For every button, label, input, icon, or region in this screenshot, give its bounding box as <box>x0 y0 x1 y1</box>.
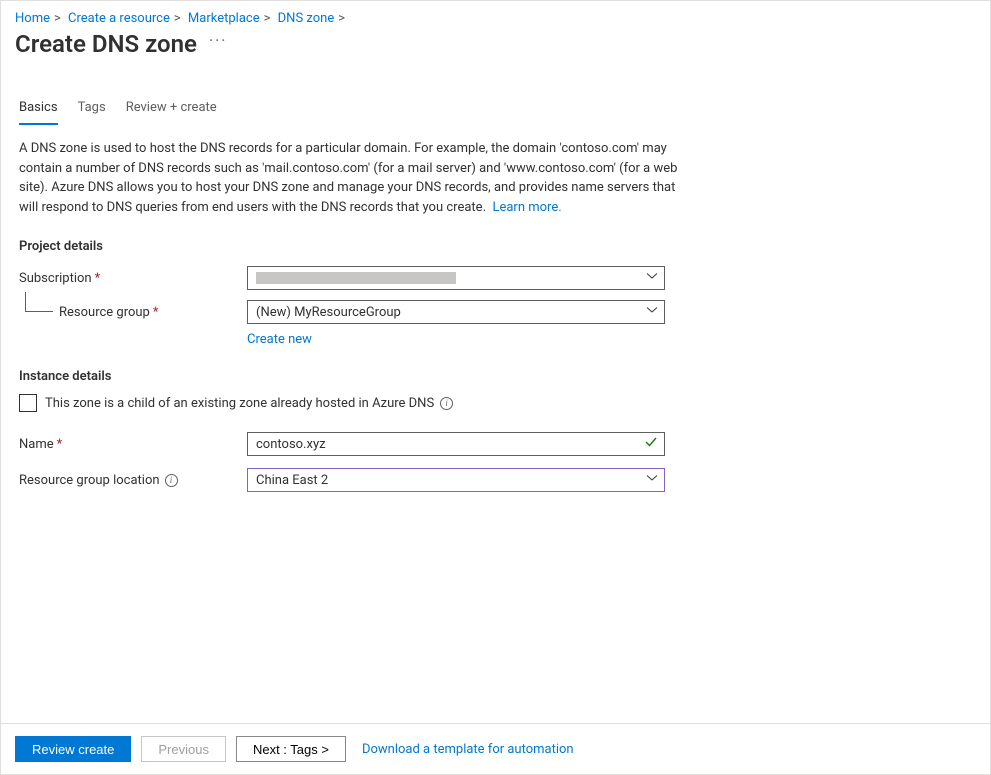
chevron-right-icon: > <box>174 11 181 26</box>
learn-more-link[interactable]: Learn more. <box>492 200 561 215</box>
location-label: Resource group location i <box>19 473 247 488</box>
breadcrumb: Home > Create a resource > Marketplace > DN… <box>1 1 990 30</box>
resource-group-label: Resource group* <box>53 302 247 322</box>
page-title: Create DNS zone <box>15 30 197 58</box>
resource-group-value: (New) MyResourceGroup <box>256 305 401 320</box>
description: A DNS zone is used to host the DNS recor… <box>19 139 689 217</box>
required-indicator: * <box>95 271 101 286</box>
chevron-down-icon <box>646 304 658 320</box>
location-select[interactable]: China East 2 <box>247 468 665 492</box>
breadcrumb-item[interactable]: Marketplace <box>188 11 260 26</box>
download-template-link[interactable]: Download a template for automation <box>362 742 574 757</box>
more-icon[interactable]: ··· <box>209 33 228 55</box>
subscription-label: Subscription* <box>19 271 247 286</box>
name-input[interactable]: contoso.xyz <box>247 432 665 456</box>
required-indicator: * <box>57 437 63 452</box>
hierarchy-line-icon <box>25 292 53 312</box>
create-new-link[interactable]: Create new <box>247 332 312 347</box>
redacted-value <box>256 272 456 284</box>
footer: Review create Previous Next : Tags > Dow… <box>1 723 990 774</box>
checkmark-icon <box>644 435 658 453</box>
info-icon[interactable]: i <box>165 474 178 487</box>
breadcrumb-item[interactable]: Home <box>15 11 50 26</box>
chevron-right-icon: > <box>338 11 345 26</box>
tab-basics[interactable]: Basics <box>19 96 58 125</box>
section-instance-details: Instance details <box>19 369 972 384</box>
next-button[interactable]: Next : Tags > <box>236 736 346 762</box>
tab-tags[interactable]: Tags <box>78 96 106 125</box>
required-indicator: * <box>153 305 159 320</box>
child-zone-checkbox[interactable] <box>19 394 37 412</box>
breadcrumb-item[interactable]: DNS zone <box>278 11 335 26</box>
review-create-button[interactable]: Review create <box>15 736 131 762</box>
name-value: contoso.xyz <box>256 437 326 452</box>
subscription-select[interactable] <box>247 266 665 290</box>
breadcrumb-item[interactable]: Create a resource <box>68 11 170 26</box>
description-text: A DNS zone is used to host the DNS recor… <box>19 141 677 215</box>
info-icon[interactable]: i <box>440 397 453 410</box>
chevron-right-icon: > <box>264 11 271 26</box>
location-value: China East 2 <box>256 473 328 488</box>
section-project-details: Project details <box>19 239 972 254</box>
tabs: Basics Tags Review + create <box>19 96 972 125</box>
chevron-down-icon <box>646 270 658 286</box>
child-zone-label: This zone is a child of an existing zone… <box>45 396 434 411</box>
chevron-down-icon <box>646 472 658 488</box>
previous-button[interactable]: Previous <box>141 736 226 762</box>
chevron-right-icon: > <box>54 11 61 26</box>
resource-group-select[interactable]: (New) MyResourceGroup <box>247 300 665 324</box>
name-label: Name* <box>19 437 247 452</box>
tab-review-create[interactable]: Review + create <box>126 96 217 125</box>
